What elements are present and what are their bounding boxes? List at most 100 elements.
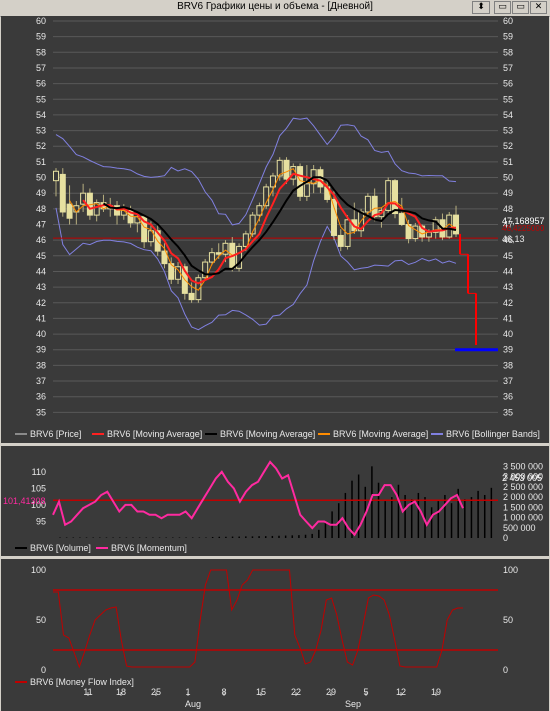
mfi-tick-right: 50 [503, 615, 513, 625]
x-tick-label: 8 [221, 687, 226, 697]
candle-body [66, 203, 73, 219]
maximize-icon[interactable]: ▭ [512, 1, 529, 14]
x-tick-label: 19 [431, 687, 441, 697]
candle-body [425, 231, 432, 238]
price-tick-left: 51 [36, 157, 46, 167]
x-tick-label: 11 [83, 687, 92, 697]
price-tick-right: 40 [503, 329, 513, 339]
price-tick-left: 44 [36, 266, 46, 276]
volume-tick: 2 500 000 [503, 482, 543, 492]
price-tick-left: 38 [36, 360, 46, 370]
volume-tick: 0 [503, 533, 508, 543]
price-tick-left: 36 [36, 392, 46, 402]
price-tick-left: 60 [36, 16, 46, 26]
price-tick-right: 38 [503, 360, 513, 370]
momentum-tick: 95 [36, 516, 46, 526]
price-tick-right: 59 [503, 32, 513, 42]
price-tick-left: 47 [36, 220, 46, 230]
price-tick-right: 37 [503, 376, 513, 386]
momentum-current-label: 101,41308 [3, 496, 46, 506]
candle-body [453, 214, 460, 235]
mfi-panel [1, 559, 549, 696]
candle-body [303, 183, 310, 197]
candle-body [195, 277, 202, 301]
candle-body [208, 252, 215, 263]
price-legend-label: BRV6 [Moving Average] [107, 429, 202, 439]
price-tick-left: 41 [36, 313, 46, 323]
price-legend-label: BRV6 [Moving Average] [333, 429, 428, 439]
price-tick-right: 54 [503, 110, 513, 120]
price-tick-right: 52 [503, 141, 513, 151]
volume-tick: 500 000 [503, 523, 536, 533]
mfi-tick-left: 100 [31, 565, 46, 575]
price-tick-left: 39 [36, 345, 46, 355]
price-tick-right: 57 [503, 63, 513, 73]
pin-icon[interactable]: ⬍ [472, 1, 490, 14]
price-tick-left: 52 [36, 141, 46, 151]
mfi-legend-label: BRV6 [Money Flow Index] [30, 677, 134, 687]
candle-body [215, 252, 222, 255]
volume-tick: 3 500 000 [503, 461, 543, 471]
price-tick-left: 59 [36, 32, 46, 42]
price-tick-left: 46 [36, 235, 46, 245]
x-tick-label: 15 [256, 687, 266, 697]
volume-tick: 1 000 000 [503, 513, 543, 523]
price-tick-left: 58 [36, 47, 46, 57]
price-tick-right: 53 [503, 126, 513, 136]
price-tick-right: 35 [503, 407, 513, 417]
momentum-tick: 105 [31, 483, 46, 493]
price-tick-left: 55 [36, 94, 46, 104]
price-tick-left: 40 [36, 329, 46, 339]
price-tick-left: 37 [36, 376, 46, 386]
price-tick-right: 43 [503, 282, 513, 292]
price-tick-right: 42 [503, 298, 513, 308]
mfi-tick-right: 100 [503, 565, 518, 575]
price-tick-left: 50 [36, 173, 46, 183]
chart-area: 35 35 36 36 37 37 38 38 39 39 40 40 41 41 42 42 43 43 44 44… [1, 16, 549, 711]
candle-body [330, 198, 337, 236]
minimize-icon[interactable]: ▭ [494, 1, 511, 14]
price-tick-left: 42 [36, 298, 46, 308]
close-icon[interactable]: ✕ [530, 1, 547, 14]
mfi-tick-right: 0 [503, 665, 508, 675]
x-month-label: Aug [185, 699, 201, 709]
level-price-label: 46,13 [502, 234, 525, 244]
volume-current-label: 2 453 005 [502, 473, 542, 483]
hidden-price-label: 46,4225000 [502, 224, 545, 233]
candle-body [188, 292, 195, 301]
price-tick-left: 35 [36, 407, 46, 417]
price-tick-right: 50 [503, 173, 513, 183]
chart-window: BRV6 Графики цены и объема - [Дневной] ⬍… [0, 0, 550, 711]
momentum-panel [1, 446, 549, 556]
volume-tick: 2 000 000 [503, 492, 543, 502]
price-tick-left: 56 [36, 79, 46, 89]
price-tick-right: 56 [503, 79, 513, 89]
price-tick-right: 51 [503, 157, 513, 167]
window-title: BRV6 Графики цены и объема - [Дневной] [177, 1, 373, 12]
price-legend-label: BRV6 [Moving Average] [220, 429, 315, 439]
mfi-tick-left: 50 [36, 615, 46, 625]
price-tick-right: 49 [503, 188, 513, 198]
price-legend-label: BRV6 [Bollinger Bands] [446, 429, 540, 439]
candle-body [398, 213, 405, 226]
momentum-legend-label: BRV6 [Momentum] [111, 543, 187, 553]
candle-body [392, 180, 398, 215]
price-tick-left: 45 [36, 251, 46, 261]
candle-body [59, 173, 66, 213]
price-tick-right: 41 [503, 313, 513, 323]
price-tick-left: 53 [36, 126, 46, 136]
momentum-legend-label: BRV6 [Volume] [30, 543, 91, 553]
x-tick-label: 25 [151, 687, 161, 697]
x-axis-strip [1, 696, 549, 711]
price-panel [1, 16, 549, 443]
price-tick-left: 48 [36, 204, 46, 214]
x-tick-label: 1 [185, 687, 190, 697]
price-tick-right: 58 [503, 47, 513, 57]
candle-body [337, 234, 344, 247]
price-tick-right: 39 [503, 345, 513, 355]
candle-body [283, 159, 290, 180]
title-bar[interactable]: BRV6 Графики цены и объема - [Дневной] ⬍… [0, 0, 550, 17]
x-tick-label: 5 [363, 687, 368, 697]
x-tick-label: 18 [116, 687, 126, 697]
price-tick-right: 36 [503, 392, 513, 402]
